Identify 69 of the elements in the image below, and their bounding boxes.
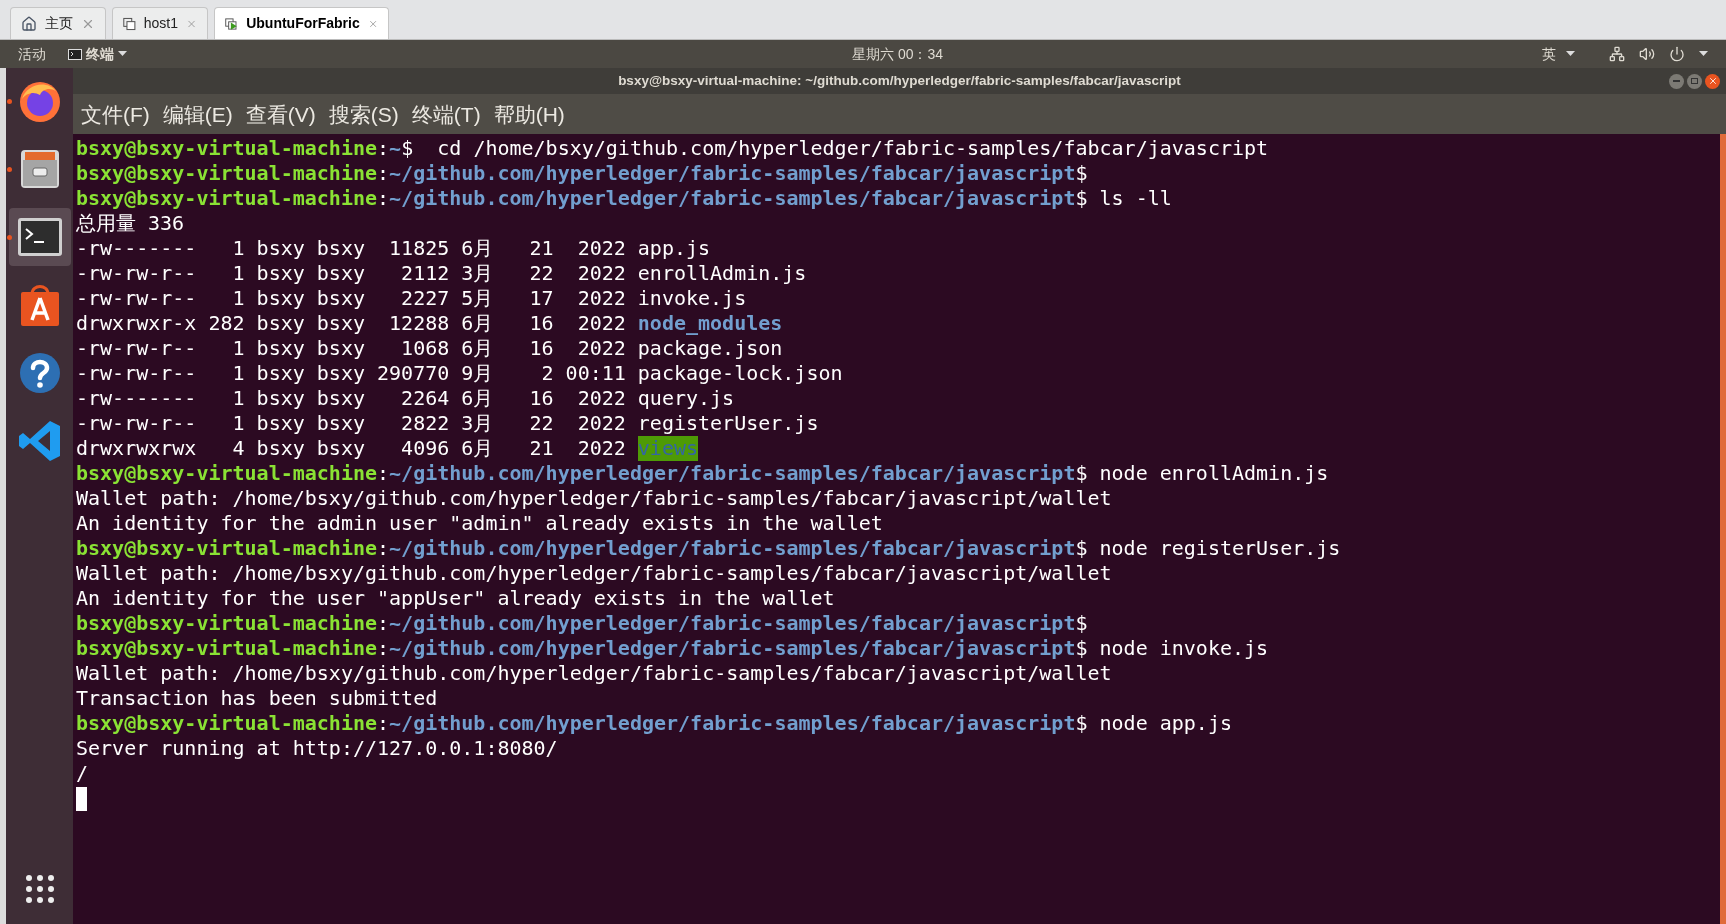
- terminal-icon: [16, 217, 63, 257]
- file-info: -rw------- 1 bsxy bsxy 11825 6月 21 2022: [76, 236, 626, 261]
- home-icon: [21, 15, 37, 32]
- output-line: Server running at http://127.0.0.1:8080/: [76, 736, 558, 761]
- input-method-menu[interactable]: 英: [1542, 43, 1575, 65]
- text-cursor: [76, 786, 87, 811]
- host-tab[interactable]: host1: [112, 7, 208, 39]
- file-info: -rw-rw-r-- 1 bsxy bsxy 2822 3月 22 2022: [76, 411, 626, 436]
- caret-icon: [1566, 51, 1575, 57]
- scrollbar[interactable]: [1720, 134, 1726, 924]
- network-icon[interactable]: [1609, 46, 1625, 62]
- prompt-line: bsxy@bsxy-virtual-machine:~$ cd /home/bsxy/github.com/hyperledger/fabric-samples/fabcar/javascript: [76, 136, 1270, 161]
- help-icon: [17, 351, 62, 395]
- terminal-icon: [68, 48, 82, 60]
- prompt-line: bsxy@bsxy-virtual-machine:~/github.com/hyperledger/fabric-samples/fabcar/javascript$ node invoke.js: [76, 636, 1270, 661]
- output-line: Transaction has been submitted: [76, 686, 438, 711]
- output-line: Wallet path: /home/bsxy/github.com/hyperledger/fabric-samples/fabcar/javascript/wallet: [76, 486, 1112, 511]
- prompt-line: bsxy@bsxy-virtual-machine:~/github.com/hyperledger/fabric-samples/fabcar/javascript$ node registerUser.js: [76, 536, 1342, 561]
- window-title: bsxy@bsxy-virtual-machine: ~/github.com/hyperledger/fabric-samples/fabcar/javascript: [618, 71, 1181, 90]
- ribbon-logo-icon: [17, 419, 62, 463]
- prompt-line: bsxy@bsxy-virtual-machine:~/github.com/hyperledger/fabric-samples/fabcar/javascript$ node app.js: [76, 711, 1233, 736]
- menu-item[interactable]: 终端(T): [411, 98, 481, 130]
- file-info: drwxrwxrwx 4 bsxy bsxy 4096 6月 21 2022: [76, 436, 626, 461]
- caret-icon[interactable]: [1699, 51, 1708, 57]
- file-name: invoke.js: [637, 286, 747, 311]
- output-line: An identity for the admin user "admin" already exists in the wallet: [76, 511, 883, 536]
- windows-icon: [123, 15, 136, 32]
- directory-name: node_modules: [637, 311, 783, 336]
- file-name: package-lock.json: [637, 361, 843, 386]
- prompt-line: bsxy@bsxy-virtual-machine:~/github.com/hyperledger/fabric-samples/fabcar/javascript$ ls -ll: [76, 186, 1173, 211]
- file-name: enrollAdmin.js: [637, 261, 807, 286]
- close-icon: [1707, 76, 1718, 86]
- file-info: -rw-rw-r-- 1 bsxy bsxy 1068 6月 16 2022: [76, 336, 626, 361]
- file-info: -rw-rw-r-- 1 bsxy bsxy 2112 3月 22 2022: [76, 261, 626, 286]
- activities-button[interactable]: 活动: [18, 43, 46, 65]
- file-name: app.js: [637, 236, 711, 261]
- menu-item[interactable]: 帮助(H): [493, 98, 565, 130]
- menu-item[interactable]: 查看(V): [245, 98, 316, 130]
- volume-icon[interactable]: [1639, 46, 1655, 62]
- file-name: query.js: [637, 386, 735, 411]
- output-line: An identity for the user "appUser" already exists in the wallet: [76, 586, 835, 611]
- caret-icon: [118, 51, 127, 57]
- host-tab[interactable]: 主页: [10, 7, 106, 39]
- prompt-line: bsxy@bsxy-virtual-machine:~/github.com/hyperledger/fabric-samples/fabcar/javascript$: [76, 161, 1089, 186]
- output-line: Wallet path: /home/bsxy/github.com/hyperledger/fabric-samples/fabcar/javascript/wallet: [76, 661, 1112, 686]
- dock-item[interactable]: [8, 208, 71, 266]
- host-tab[interactable]: UbuntuForFabric: [214, 7, 389, 39]
- output-line: Wallet path: /home/bsxy/github.com/hyperledger/fabric-samples/fabcar/javascript/wallet: [76, 561, 1112, 586]
- file-info: drwxrwxr-x 282 bsxy bsxy 12288 6月 16 2022: [76, 311, 626, 336]
- file-name: registerUser.js: [637, 411, 819, 436]
- power-icon[interactable]: [1669, 46, 1685, 62]
- prompt-line: bsxy@bsxy-virtual-machine:~/github.com/hyperledger/fabric-samples/fabcar/javascript$: [76, 611, 1089, 636]
- output-line: /: [76, 761, 89, 786]
- app-menu[interactable]: 终端: [68, 43, 127, 65]
- file-name: package.json: [637, 336, 783, 361]
- close-button[interactable]: [1705, 73, 1720, 89]
- menu-item[interactable]: 搜索(S): [328, 98, 399, 130]
- windows-play-icon: [225, 15, 239, 32]
- menu-item[interactable]: 编辑(E): [162, 98, 233, 130]
- file-info: -rw-rw-r-- 1 bsxy bsxy 290770 9月 2 00:11: [76, 361, 626, 386]
- file-info: -rw-rw-r-- 1 bsxy bsxy 2227 5月 17 2022: [76, 286, 626, 311]
- file-info: -rw------- 1 bsxy bsxy 2264 6月 16 2022: [76, 386, 626, 411]
- prompt-line: bsxy@bsxy-virtual-machine:~/github.com/hyperledger/fabric-samples/fabcar/javascript$ node enrollAdmin.js: [76, 461, 1330, 486]
- app-grid-icon[interactable]: [24, 874, 55, 904]
- output-line: 总用量 336: [76, 211, 185, 236]
- directory-name: views: [637, 436, 699, 461]
- menu-item[interactable]: 文件(F): [81, 98, 150, 130]
- clock[interactable]: 星期六 00：34: [852, 43, 944, 65]
- minimize-button[interactable]: [1669, 73, 1684, 89]
